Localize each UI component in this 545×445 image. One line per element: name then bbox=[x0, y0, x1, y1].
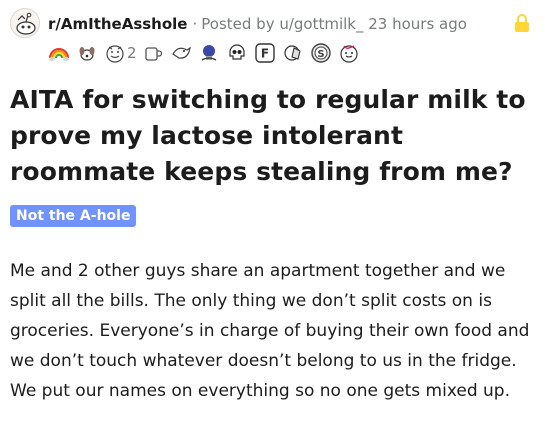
post-header: r/AmItheAsshole · Posted by u/gottmilk_ 23… bbox=[10, 8, 540, 38]
dog-award-icon[interactable] bbox=[76, 42, 98, 64]
facepalm-award-icon[interactable] bbox=[282, 42, 304, 64]
rainbow-award-icon[interactable] bbox=[48, 42, 70, 64]
award-count: 2 bbox=[127, 44, 137, 62]
subreddit-avatar[interactable] bbox=[10, 8, 40, 38]
silver-award-icon[interactable]: S bbox=[310, 42, 332, 64]
svg-text:F: F bbox=[260, 47, 268, 61]
post-flair[interactable]: Not the A-hole bbox=[10, 205, 137, 227]
hugz-award-icon[interactable] bbox=[338, 42, 360, 64]
post-body-text: Me and 2 other guys share an apartment t… bbox=[10, 261, 530, 401]
lock-icon bbox=[515, 14, 529, 32]
svg-text:S: S bbox=[317, 49, 324, 60]
awards-row[interactable]: 2 F S bbox=[48, 40, 366, 66]
skull-award-icon[interactable] bbox=[226, 42, 248, 64]
meta-separator: · bbox=[192, 15, 198, 33]
post-meta: r/AmItheAsshole · Posted by u/gottmilk_ 23… bbox=[48, 14, 467, 34]
bird-award-icon[interactable] bbox=[170, 42, 192, 64]
posted-by[interactable]: Posted by u/gottmilk_ 23 hours ago bbox=[201, 15, 467, 33]
wholesome-award-icon[interactable] bbox=[104, 42, 126, 64]
post-title[interactable]: AITA for switching to regular milk to pr… bbox=[10, 82, 540, 190]
post-body: Me and 2 other guys share an apartment t… bbox=[10, 256, 540, 406]
press-f-award-icon[interactable]: F bbox=[254, 42, 276, 64]
alien-icon bbox=[11, 9, 39, 37]
bulb-award-icon[interactable] bbox=[198, 42, 220, 64]
cup-award-icon[interactable] bbox=[142, 42, 164, 64]
subreddit-link[interactable]: r/AmItheAsshole bbox=[48, 15, 187, 33]
